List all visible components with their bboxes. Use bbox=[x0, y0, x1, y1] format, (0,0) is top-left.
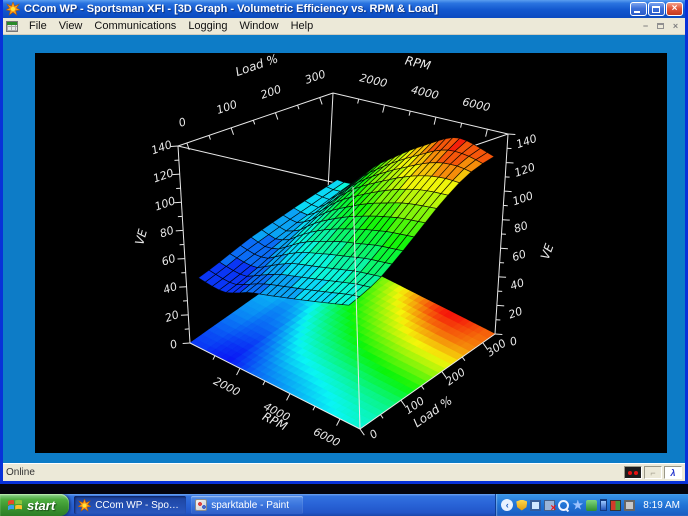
close-button[interactable]: × bbox=[666, 2, 683, 16]
svg-text:VE: VE bbox=[538, 241, 557, 261]
svg-text:6000: 6000 bbox=[311, 425, 342, 449]
start-button[interactable]: start bbox=[0, 494, 69, 516]
menu-help[interactable]: Help bbox=[285, 19, 320, 33]
svg-text:300: 300 bbox=[303, 68, 327, 87]
tray-icons: ‹ bbox=[501, 499, 635, 511]
hide-notifications-icon[interactable]: ‹ bbox=[501, 499, 513, 511]
mdi-child-icon[interactable] bbox=[6, 21, 18, 32]
svg-text:40: 40 bbox=[162, 280, 179, 297]
start-label: start bbox=[27, 498, 55, 513]
svg-text:120: 120 bbox=[513, 161, 537, 180]
svg-text:100: 100 bbox=[153, 194, 177, 213]
maximize-icon bbox=[652, 6, 660, 13]
menu-communications[interactable]: Communications bbox=[88, 19, 182, 33]
svg-text:20: 20 bbox=[507, 305, 524, 322]
network-offline-icon[interactable] bbox=[544, 500, 555, 511]
display-settings-icon[interactable] bbox=[530, 500, 541, 511]
windows-flag-icon bbox=[7, 498, 23, 512]
taskbar-window-label: CCom WP - Sportsma... bbox=[95, 500, 182, 511]
svg-text:60: 60 bbox=[160, 252, 177, 269]
svg-text:2000: 2000 bbox=[358, 71, 388, 90]
ve-3d-graph: 0100200300200040006000020406080100120140… bbox=[35, 53, 667, 453]
svg-text:80: 80 bbox=[512, 219, 529, 236]
svg-text:20: 20 bbox=[163, 308, 180, 325]
svg-text:120: 120 bbox=[151, 166, 175, 185]
connection-status: Online bbox=[6, 467, 624, 478]
svg-text:Load %: Load % bbox=[234, 53, 280, 79]
screen: { "titlebar": { "title": "CCom WP - Spor… bbox=[0, 0, 688, 516]
svg-text:80: 80 bbox=[158, 224, 175, 241]
menubar: FileViewCommunicationsLoggingWindowHelp … bbox=[3, 18, 685, 35]
maximize-button[interactable] bbox=[648, 2, 665, 16]
titlebar[interactable]: CCom WP - Sportsman XFI - [3D Graph - Vo… bbox=[3, 0, 685, 18]
mdi-minimize-button[interactable]: − bbox=[639, 21, 652, 32]
taskbar-window-2[interactable]: sparktable - Paint bbox=[191, 496, 303, 514]
svg-text:VE: VE bbox=[132, 227, 150, 246]
task-buttons: CCom WP - Sportsma... sparktable - Paint bbox=[69, 494, 303, 516]
paint-icon bbox=[195, 499, 207, 511]
volume-icon[interactable] bbox=[586, 500, 597, 511]
clock: 8:19 AM bbox=[643, 500, 680, 511]
mdi-window-controls: − × bbox=[639, 21, 682, 32]
lambda-indicator-icon: λ bbox=[664, 466, 682, 479]
comm-activity-indicator-icon bbox=[624, 466, 642, 479]
statusbar: Online ⌐ λ bbox=[3, 463, 685, 481]
svg-text:0: 0 bbox=[168, 337, 179, 352]
svg-text:0: 0 bbox=[367, 427, 380, 442]
app-icon bbox=[78, 499, 91, 512]
svg-text:200: 200 bbox=[259, 83, 283, 102]
link-disabled-icon: ⌐ bbox=[644, 466, 662, 479]
menu-items: FileViewCommunicationsLoggingWindowHelp bbox=[23, 20, 319, 32]
svg-text:60: 60 bbox=[510, 247, 527, 264]
mdi-client-area: 0100200300200040006000020406080100120140… bbox=[3, 35, 685, 463]
svg-text:140: 140 bbox=[150, 138, 174, 157]
mdi-restore-button[interactable] bbox=[657, 23, 664, 29]
svg-text:40: 40 bbox=[509, 276, 526, 293]
app-window: CCom WP - Sportsman XFI - [3D Graph - Vo… bbox=[0, 0, 688, 484]
taskbar-window-1[interactable]: CCom WP - Sportsma... bbox=[74, 496, 186, 514]
msn-star-icon[interactable] bbox=[572, 500, 583, 511]
security-shield-icon[interactable] bbox=[516, 500, 527, 511]
svg-text:6000: 6000 bbox=[461, 95, 491, 114]
svg-text:4000: 4000 bbox=[410, 83, 440, 102]
3d-surface-plot: 0100200300200040006000020406080100120140… bbox=[35, 53, 667, 453]
battery-icon[interactable] bbox=[600, 499, 607, 511]
menu-view[interactable]: View bbox=[53, 19, 89, 33]
svg-text:100: 100 bbox=[215, 98, 239, 117]
menu-window[interactable]: Window bbox=[233, 19, 284, 33]
menu-file[interactable]: File bbox=[23, 19, 53, 33]
taskbar-window-label: sparktable - Paint bbox=[211, 500, 289, 511]
app-icon bbox=[6, 2, 20, 16]
svg-text:RPM: RPM bbox=[404, 53, 433, 73]
svg-text:2000: 2000 bbox=[211, 375, 242, 399]
menu-logging[interactable]: Logging bbox=[182, 19, 233, 33]
minimize-button[interactable] bbox=[630, 2, 647, 16]
svg-text:300: 300 bbox=[484, 337, 509, 360]
minimize-icon bbox=[634, 11, 640, 13]
graphics-utility-icon[interactable] bbox=[610, 500, 621, 511]
dual-monitor-icon[interactable] bbox=[624, 500, 635, 511]
close-icon: × bbox=[672, 3, 678, 14]
svg-text:100: 100 bbox=[511, 189, 535, 208]
window-title: CCom WP - Sportsman XFI - [3D Graph - Vo… bbox=[24, 0, 629, 18]
system-tray: ‹ 8:19 AM bbox=[495, 494, 688, 516]
magnifier-icon[interactable] bbox=[558, 500, 569, 511]
svg-text:140: 140 bbox=[515, 132, 539, 151]
taskbar: start CCom WP - Sportsma... sparktable - … bbox=[0, 494, 688, 516]
svg-text:0: 0 bbox=[177, 115, 188, 130]
mdi-close-button[interactable]: × bbox=[669, 21, 682, 32]
svg-text:200: 200 bbox=[443, 365, 468, 388]
svg-text:0: 0 bbox=[508, 334, 519, 349]
